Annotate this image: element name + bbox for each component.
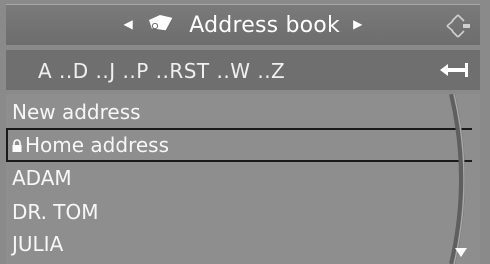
alphabet-index[interactable]: A ..D ..J ..P ..RST ..W ..Z bbox=[38, 59, 285, 83]
list-item-label: ADAM bbox=[12, 166, 72, 190]
next-page-arrow-icon[interactable]: ▶ bbox=[353, 17, 362, 31]
alphabet-bar: A ..D ..J ..P ..RST ..W ..Z bbox=[6, 50, 480, 90]
controller-icon bbox=[446, 14, 470, 38]
prev-page-arrow-icon[interactable]: ◀ bbox=[123, 17, 132, 31]
list-item-label: JULIA bbox=[12, 232, 64, 256]
page-title: Address book bbox=[189, 13, 340, 38]
scroll-track[interactable] bbox=[440, 94, 480, 264]
address-book-screen: ◀ Address book ▶ A ..D ..J ..P ..RST ..W… bbox=[0, 0, 490, 264]
address-list: New address Home address ADAM DR. TOM JU… bbox=[6, 94, 480, 264]
list-item-dr-tom[interactable]: DR. TOM bbox=[6, 196, 472, 228]
title-area: ◀ Address book ▶ bbox=[6, 13, 480, 38]
list-item-label: DR. TOM bbox=[12, 200, 99, 224]
list-item-new-address[interactable]: New address bbox=[6, 96, 472, 128]
lock-icon bbox=[12, 139, 22, 152]
address-book-icon bbox=[149, 15, 174, 32]
list-item-label: Home address bbox=[25, 133, 169, 157]
list-item-julia[interactable]: JULIA bbox=[6, 228, 472, 260]
list-item-home-address[interactable]: Home address bbox=[6, 128, 472, 162]
list-item-adam[interactable]: ADAM bbox=[6, 162, 472, 194]
list-item-label: New address bbox=[12, 100, 141, 124]
return-arrow-icon[interactable] bbox=[434, 54, 474, 86]
title-bar: ◀ Address book ▶ bbox=[6, 4, 480, 45]
scroll-down-arrow-icon[interactable] bbox=[454, 246, 468, 258]
